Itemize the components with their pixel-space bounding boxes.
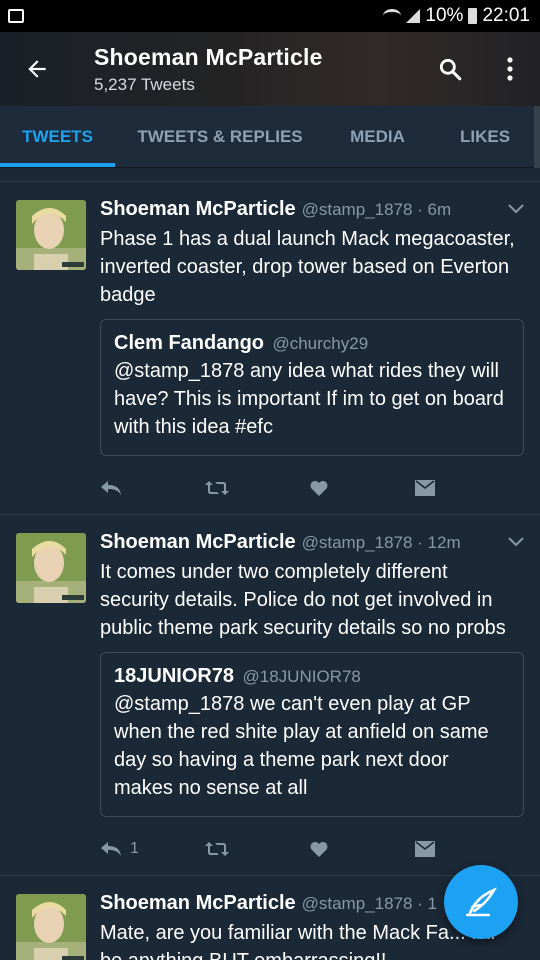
author-name[interactable]: Shoeman McParticle [100, 892, 296, 915]
back-arrow-icon [28, 60, 46, 78]
reply-count: 1 [130, 840, 139, 857]
avatar-image [16, 894, 86, 960]
reply-button[interactable] [100, 480, 205, 496]
quoted-text: @stamp_1878 any idea what rides they wil… [114, 360, 504, 438]
profile-header: Shoeman McParticle 5,237 Tweets [0, 32, 540, 106]
back-button[interactable] [0, 32, 74, 106]
quoted-header: 18JUNIOR78 @18JUNIOR78 [114, 665, 510, 688]
status-bar: 10% 22:01 [0, 0, 540, 32]
tweet-text: It comes under two completely different … [100, 561, 506, 639]
tweet-text: Phase 1 has a dual launch Mack megacoast… [100, 228, 515, 306]
like-icon [310, 481, 328, 496]
feed-gap [0, 168, 540, 182]
author-name[interactable]: Shoeman McParticle [100, 531, 296, 554]
reply-button[interactable]: 1 [100, 840, 205, 858]
retweet-icon [205, 481, 229, 495]
tab-tweets[interactable]: TWEETS [0, 106, 115, 167]
author-name[interactable]: Shoeman McParticle [100, 198, 296, 221]
status-right: 10% 22:01 [383, 5, 530, 27]
like-button[interactable] [310, 841, 415, 857]
like-icon [310, 842, 328, 857]
header-titles: Shoeman McParticle 5,237 Tweets [74, 44, 420, 95]
scroll-edge [534, 106, 540, 168]
quoted-author-name: Clem Fandango [114, 332, 265, 354]
quoted-author-handle: @churchy29 [272, 334, 369, 353]
profile-tabs: TWEETS TWEETS & REPLIES MEDIA LIKES [0, 106, 540, 168]
message-icon [415, 480, 435, 496]
wifi-icon [383, 9, 402, 23]
message-button[interactable] [415, 841, 520, 857]
reply-icon [101, 481, 121, 495]
search-button[interactable] [420, 32, 480, 106]
retweet-button[interactable] [205, 480, 310, 496]
quoted-tweet[interactable]: Clem Fandango @churchy29 @stamp_1878 any… [100, 319, 524, 456]
avatar[interactable] [16, 533, 86, 603]
compose-icon [465, 887, 498, 917]
tweet-actions: 1 [100, 823, 520, 875]
reply-icon [101, 842, 121, 856]
battery-icon [468, 8, 478, 24]
author-handle-time: @stamp_1878 · 1 [301, 894, 438, 913]
battery-percent: 10% [425, 5, 464, 26]
search-icon [439, 58, 462, 81]
tab-media[interactable]: MEDIA [325, 106, 430, 167]
signal-icon [406, 9, 421, 23]
quoted-header: Clem Fandango @churchy29 [114, 332, 510, 355]
quoted-author-handle: @18JUNIOR78 [242, 667, 361, 686]
chevron-down-icon[interactable] [508, 204, 524, 214]
retweet-button[interactable] [205, 841, 310, 857]
avatar[interactable] [16, 894, 86, 960]
author-handle-time: @stamp_1878 · 6m [301, 200, 452, 219]
tweet-actions [100, 462, 520, 514]
tab-tweets-and-replies[interactable]: TWEETS & REPLIES [115, 106, 325, 167]
avatar[interactable] [16, 200, 86, 270]
chevron-down-icon[interactable] [508, 537, 524, 547]
tweet-header: Shoeman McParticle @stamp_1878 · 12m [100, 531, 520, 554]
compose-tweet-button[interactable] [444, 865, 518, 939]
message-button[interactable] [415, 480, 520, 496]
author-handle-time: @stamp_1878 · 12m [301, 533, 461, 552]
message-icon [415, 841, 435, 857]
tab-likes[interactable]: LIKES [430, 106, 540, 167]
quoted-author-name: 18JUNIOR78 [114, 665, 235, 687]
tweet-feed[interactable]: Shoeman McParticle @stamp_1878 · 6m Phas… [0, 168, 540, 960]
retweet-icon [205, 842, 229, 856]
tweet-item[interactable]: Shoeman McParticle @stamp_1878 · 6m Phas… [0, 182, 540, 515]
more-vert-icon [507, 57, 513, 81]
avatar-image [16, 200, 86, 270]
clock: 22:01 [482, 5, 530, 26]
tweet-header: Shoeman McParticle @stamp_1878 · 6m [100, 198, 520, 221]
tweet-item[interactable]: Shoeman McParticle @stamp_1878 · 12m It … [0, 515, 540, 876]
overflow-menu-button[interactable] [480, 32, 540, 106]
quoted-text: @stamp_1878 we can't even play at GP whe… [114, 693, 489, 799]
page-title: Shoeman McParticle [94, 43, 323, 70]
tweet-count: 5,237 Tweets [94, 74, 195, 94]
quoted-tweet[interactable]: 18JUNIOR78 @18JUNIOR78 @stamp_1878 we ca… [100, 652, 524, 817]
avatar-image [16, 533, 86, 603]
gallery-notification-icon [8, 9, 24, 23]
like-button[interactable] [310, 480, 415, 496]
